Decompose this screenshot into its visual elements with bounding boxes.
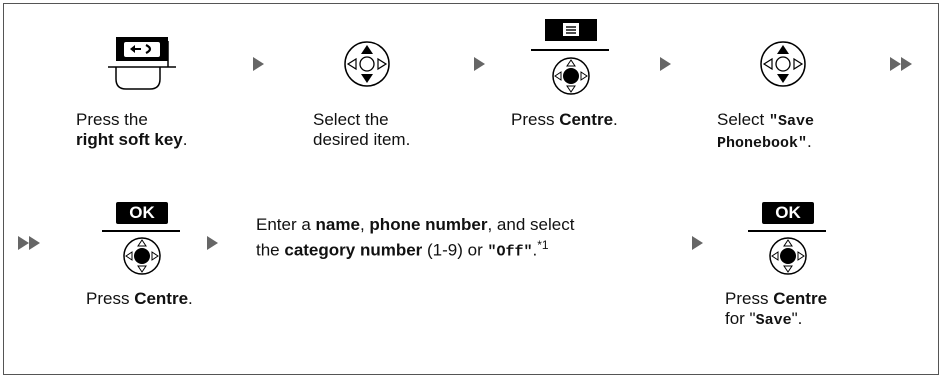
menu-key-icon	[545, 19, 597, 41]
key-divider	[102, 230, 180, 232]
step-6-t1: Enter a	[256, 215, 316, 234]
next-arrow	[660, 57, 671, 71]
step-6-t4: the	[256, 240, 285, 260]
step-6-b1: name	[315, 215, 360, 234]
key-divider	[531, 49, 609, 51]
step-7-bold: Centre	[773, 289, 828, 308]
next-arrow	[253, 57, 264, 71]
step-7-pre: Press	[725, 289, 774, 308]
step-7-text: Press Centre for "Save".	[725, 289, 925, 331]
next-arrow	[474, 57, 485, 71]
step-4-text: Select "Save Phonebook".	[717, 110, 917, 154]
step-6-t3: , and select	[487, 215, 575, 234]
centre-key-icon	[552, 57, 590, 95]
navigator-key-icon	[760, 41, 806, 87]
next-arrow	[692, 236, 703, 250]
continue-arrow	[18, 236, 29, 250]
step-7-line2-post: ".	[791, 309, 803, 328]
step-7-mono: Save	[755, 312, 792, 329]
next-arrow	[207, 236, 218, 250]
step-3-post: .	[613, 110, 618, 129]
step-1-post: .	[182, 130, 188, 149]
right-soft-key-icon	[108, 37, 176, 90]
step-6-text: Enter a name, phone number, and select t…	[256, 215, 686, 263]
step-1-pre: Press the	[76, 110, 148, 129]
continue-arrow	[901, 57, 912, 71]
step-7-line2-pre: for "	[725, 309, 756, 328]
footnote-marker: *1	[537, 238, 549, 252]
ok-key: OK	[116, 202, 168, 224]
step-5-pre: Press	[86, 289, 135, 308]
continue-arrow	[29, 236, 40, 250]
step-6-mono: "Off"	[487, 243, 533, 261]
step-6-b3: category number	[284, 240, 423, 260]
centre-key-icon	[769, 237, 807, 275]
step-2-text: Select the desired item.	[313, 110, 463, 150]
step-4-pre: Select	[717, 110, 769, 129]
ok-key: OK	[762, 202, 814, 224]
step-6-t2: ,	[359, 215, 370, 234]
step-4-mono2: Phonebook"	[717, 135, 808, 152]
step-6-t5: (1-9) or	[422, 240, 488, 260]
centre-key-icon	[123, 237, 161, 275]
step-6-b2: phone number	[369, 215, 488, 234]
step-1-bold: right soft key	[76, 130, 183, 149]
step-5-text: Press Centre.	[86, 289, 256, 309]
navigator-key-icon	[344, 41, 390, 87]
step-1-text: Press the right soft key.	[76, 110, 246, 150]
step-3-text: Press Centre.	[511, 110, 671, 130]
step-4-post: .	[807, 132, 812, 151]
key-divider	[748, 230, 826, 232]
step-5-post: .	[188, 289, 193, 308]
step-3-bold: Centre	[559, 110, 614, 129]
step-4-mono1: "Save	[768, 113, 814, 130]
continue-arrow	[890, 57, 901, 71]
step-3-pre: Press	[511, 110, 560, 129]
step-5-bold: Centre	[134, 289, 189, 308]
step-2-line2: desired item.	[313, 130, 411, 149]
step-2-line1: Select the	[313, 110, 389, 129]
